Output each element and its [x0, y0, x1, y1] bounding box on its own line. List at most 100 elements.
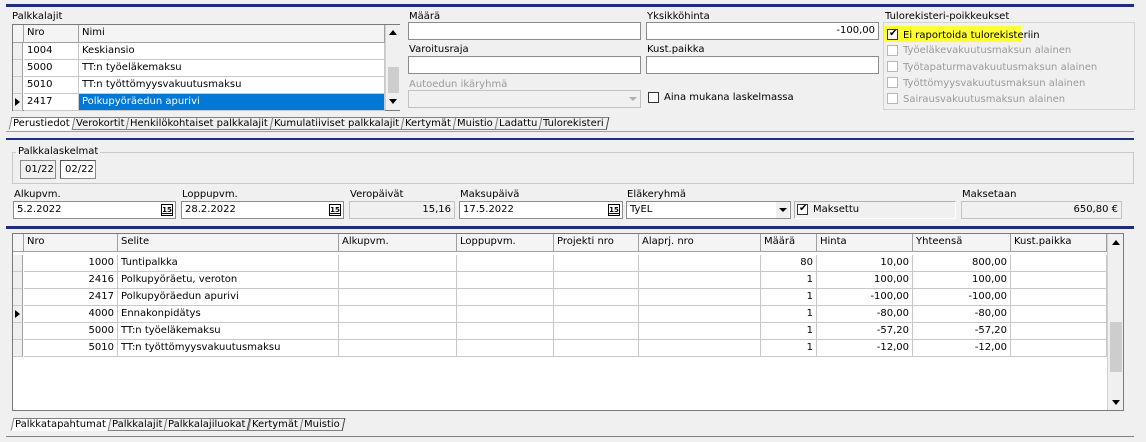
table-row[interactable]: 1000 Tuntipalkka 80 10,00 800,00 — [13, 255, 1107, 272]
palkkalajit-grid[interactable]: Nro Nimi 1004 Keskiansio 5000 TT:n työel… — [12, 24, 400, 111]
cell-maara: 1 — [761, 272, 817, 289]
tab-strip-divider — [6, 131, 1134, 132]
cell-maara: 1 — [761, 306, 817, 323]
col-projekti[interactable]: Projekti nro — [554, 234, 639, 252]
tab-tulorekisteri[interactable]: Tulorekisteri — [538, 117, 610, 130]
elakeryhma-dropdown-icon[interactable] — [776, 202, 789, 218]
cell-nro: 5010 — [24, 340, 118, 357]
elakeryhma-select[interactable]: TyEL — [626, 201, 791, 219]
col-hinta[interactable]: Hinta — [817, 234, 913, 252]
palkkalajit-col-nimi[interactable]: Nimi — [79, 25, 385, 43]
tab-kertymat-bottom[interactable]: Kertymät — [247, 418, 304, 431]
table-row[interactable]: 2417 Polkupyöräedun apurivi 1 -100,00 -1… — [13, 289, 1107, 306]
loppupvm-label: Loppupvm. — [182, 189, 238, 200]
cell-alaprj — [639, 289, 761, 306]
tapahtumat-scrollbar[interactable] — [1107, 234, 1123, 410]
tyotapaturma-checkbox[interactable] — [887, 61, 898, 72]
checkmark-icon: ✔ — [889, 28, 898, 39]
tab-perustiedot[interactable]: Perustiedot — [8, 117, 76, 130]
tyottomyys-checkbox[interactable] — [887, 77, 898, 88]
cell-alkupvm — [339, 255, 457, 272]
col-alkupvm[interactable]: Alkupvm. — [339, 234, 457, 252]
ei-raportoida-checkbox[interactable]: ✔ — [887, 28, 898, 40]
cell-projekti — [554, 289, 639, 306]
loppupvm-input[interactable]: 28.2.2022 — [181, 201, 344, 219]
maara-input[interactable] — [408, 22, 641, 40]
cell-alkupvm — [339, 340, 457, 357]
scroll-thumb[interactable] — [388, 67, 399, 93]
tab-henkilokohtaiset[interactable]: Henkilökohtaiset palkkalajit — [125, 117, 274, 130]
tab-kertymat[interactable]: Kertymät — [400, 117, 457, 130]
tab-muistio-bottom[interactable]: Muistio — [299, 418, 345, 431]
scroll-down-icon[interactable] — [1112, 400, 1120, 405]
autoedun-dropdown-icon[interactable] — [626, 91, 639, 107]
alkupvm-input[interactable]: 5.2.2022 — [13, 201, 176, 219]
laskelma-button-0122[interactable]: 01/22 — [20, 160, 56, 179]
col-yhteensa[interactable]: Yhteensä — [913, 234, 1011, 252]
tyoelake-checkbox[interactable] — [887, 45, 898, 56]
cell-loppupvm — [457, 340, 554, 357]
aina-mukana-checkbox[interactable] — [648, 92, 659, 103]
cell-hinta: -100,00 — [817, 289, 913, 306]
list-item[interactable]: 1004 Keskiansio — [13, 43, 385, 60]
palkkatapahtumat-grid[interactable]: Nro Selite Alkupvm. Loppupvm. Projekti n… — [12, 233, 1124, 411]
list-item[interactable]: 5000 TT:n työeläkemaksu — [13, 60, 385, 77]
cell-loppupvm — [457, 306, 554, 323]
cell-alaprj — [639, 272, 761, 289]
tab-palkkalajiluokat[interactable]: Palkkalajiluokat — [163, 418, 252, 431]
cell-kustpaikka — [1011, 289, 1107, 306]
scroll-down-icon[interactable] — [389, 99, 397, 104]
yksikkohinta-label: Yksikköhinta — [647, 11, 710, 22]
scroll-up-icon[interactable] — [389, 30, 397, 35]
tab-kumulatiiviset[interactable]: Kumulatiiviset palkkalajit — [269, 117, 405, 130]
calendar-icon[interactable]: 15 — [608, 204, 620, 216]
tab-ladattu[interactable]: Ladattu — [494, 117, 543, 130]
table-row-current[interactable]: 4000 Ennakonpidätys 1 -80,00 -80,00 — [13, 306, 1107, 323]
tab-verokortit[interactable]: Verokortit — [71, 117, 130, 130]
maara-label: Määrä — [409, 11, 441, 22]
palkkalajit-col-nro[interactable]: Nro — [24, 25, 79, 43]
cell-yhteensa: 100,00 — [913, 272, 1011, 289]
col-loppupvm[interactable]: Loppupvm. — [457, 234, 554, 252]
yksikkohinta-input[interactable]: -100,00 — [646, 22, 879, 40]
tab-muistio[interactable]: Muistio — [452, 117, 499, 130]
table-row[interactable]: 5000 TT:n työeläkemaksu 1 -57,20 -57,20 — [13, 323, 1107, 340]
table-row[interactable]: 5010 TT:n työttömyysvakuutusmaksu 1 -12,… — [13, 340, 1107, 357]
tab-palkkalajit[interactable]: Palkkalajit — [107, 418, 168, 431]
cell-alaprj — [639, 323, 761, 340]
col-kustpaikka[interactable]: Kust.paikka — [1011, 234, 1107, 252]
calendar-icon[interactable]: 15 — [161, 204, 173, 216]
row-indicator — [13, 323, 23, 340]
top-border — [6, 4, 1134, 7]
tapahtumat-indicator-header — [13, 234, 24, 252]
col-nro[interactable]: Nro — [24, 234, 118, 252]
list-item[interactable]: 5010 TT:n työttömyysvakuutusmaksu — [13, 77, 385, 94]
cell-yhteensa: -100,00 — [913, 289, 1011, 306]
table-row[interactable]: 2416 Polkupyöräetu, veroton 1 100,00 100… — [13, 272, 1107, 289]
kustpaikka-input[interactable] — [646, 56, 879, 74]
cell-yhteensa: -57,20 — [913, 323, 1011, 340]
varoitusraja-input[interactable] — [408, 56, 641, 74]
autoedun-select[interactable] — [408, 90, 641, 108]
tyotapaturma-label: Työtapaturmavakuutusmaksun alainen — [903, 62, 1098, 73]
maksetaan-value: 650,80 € — [961, 201, 1122, 219]
col-alaprj[interactable]: Alaprj. nro — [639, 234, 761, 252]
calendar-icon[interactable]: 15 — [329, 204, 341, 216]
palkkalajit-scrollbar[interactable] — [385, 25, 400, 110]
laskelma-button-0222[interactable]: 02/22 — [60, 160, 96, 179]
autoedun-label: Autoedun ikäryhmä — [409, 79, 508, 90]
cell-loppupvm — [457, 272, 554, 289]
cell-selite: Tuntipalkka — [118, 255, 339, 272]
tab-palkkatapahtumat[interactable]: Palkkatapahtumat — [10, 418, 112, 431]
scroll-up-icon[interactable] — [1112, 240, 1120, 245]
sairausvakuutus-checkbox[interactable] — [887, 93, 898, 104]
row-indicator — [13, 255, 23, 272]
maksupaiva-input[interactable]: 17.5.2022 — [459, 201, 623, 219]
scroll-thumb[interactable] — [1110, 322, 1122, 372]
col-maara[interactable]: Määrä — [761, 234, 817, 252]
cell-projekti — [554, 340, 639, 357]
col-selite[interactable]: Selite — [118, 234, 339, 252]
ei-raportoida-label: Ei raportoida tulorekisteriin — [903, 30, 1040, 41]
row-indicator — [13, 43, 23, 60]
list-item-selected[interactable]: 2417 Polkupyöräedun apurivi — [13, 94, 385, 111]
